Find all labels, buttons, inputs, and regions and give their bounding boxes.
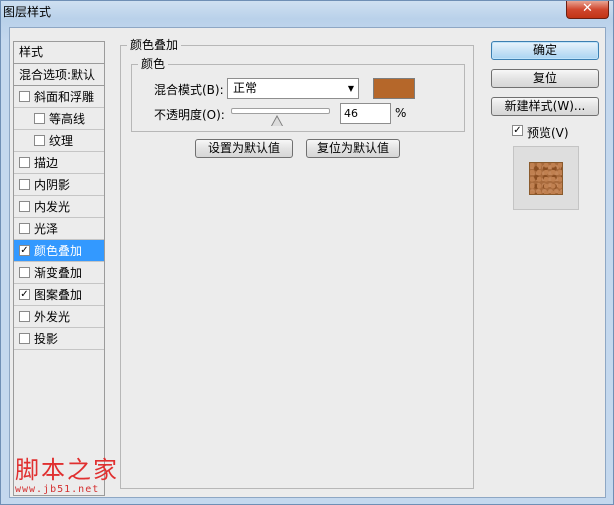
style-item[interactable]: 内阴影 [14, 174, 104, 196]
style-item[interactable]: 投影 [14, 328, 104, 350]
dialog-client-area: 样式 混合选项:默认 斜面和浮雕等高线纹理描边内阴影内发光光泽 ✓ 颜色叠加渐变叠加… [9, 27, 606, 498]
set-default-button[interactable]: 设置为默认值 [195, 139, 293, 158]
style-checkbox[interactable]: ✓ [19, 289, 30, 300]
styles-list: 样式 混合选项:默认 斜面和浮雕等高线纹理描边内阴影内发光光泽 ✓ 颜色叠加渐变叠加… [13, 41, 105, 496]
style-checkbox[interactable] [19, 201, 30, 212]
close-button[interactable]: ✕ [566, 1, 609, 19]
blend-options-item[interactable]: 混合选项:默认 [14, 64, 104, 86]
style-item[interactable]: 渐变叠加 [14, 262, 104, 284]
style-checkbox[interactable] [19, 333, 30, 344]
title-bar[interactable]: 图层样式 ✕ [1, 1, 613, 25]
style-item[interactable]: 外发光 [14, 306, 104, 328]
style-item-label: 斜面和浮雕 [34, 90, 95, 104]
overlay-color-swatch[interactable] [373, 78, 415, 99]
style-checkbox[interactable] [19, 91, 30, 102]
style-checkbox[interactable] [19, 267, 30, 278]
style-item-label: 等高线 [49, 112, 86, 126]
style-item[interactable]: 斜面和浮雕 [14, 86, 104, 108]
watermark: 脚本之家 www.jb51.net [15, 456, 119, 495]
style-item[interactable]: ✓ 图案叠加 [14, 284, 104, 306]
style-item[interactable]: 等高线 [14, 108, 104, 130]
layer-style-dialog: 图层样式 ✕ 样式 混合选项:默认 斜面和浮雕等高线纹理描边内阴影内发光光泽 ✓ 颜… [0, 0, 614, 505]
opacity-input[interactable]: 46 [340, 103, 391, 124]
new-style-button[interactable]: 新建样式(W)... [491, 97, 599, 116]
style-checkbox[interactable] [19, 179, 30, 190]
reset-default-button[interactable]: 复位为默认值 [306, 139, 400, 158]
window-title: 图层样式 [3, 5, 52, 19]
dropdown-arrow-icon: ▼ [347, 84, 354, 93]
style-item-label: 外发光 [34, 310, 71, 324]
style-item[interactable]: ✓ 颜色叠加 [14, 240, 104, 262]
color-subgroup: 颜色 混合模式(B): 正常 ▼ 不透明度(O): 46 % [131, 57, 465, 132]
watermark-url: www.jb51.net [15, 484, 100, 495]
style-checkbox[interactable] [34, 135, 45, 146]
style-item[interactable]: 光泽 [14, 218, 104, 240]
style-item-label: 描边 [34, 156, 59, 170]
color-overlay-group: 颜色叠加 颜色 混合模式(B): 正常 ▼ 不透明度(O): 46 % 设置为默… [120, 38, 474, 489]
styles-list-header[interactable]: 样式 [14, 42, 104, 64]
blend-mode-select[interactable]: 正常 ▼ [227, 78, 359, 99]
color-subgroup-title: 颜色 [138, 57, 169, 71]
style-item[interactable]: 描边 [14, 152, 104, 174]
opacity-slider-thumb-fill [271, 117, 282, 126]
preview-swatch-area [513, 146, 579, 210]
style-item-label: 渐变叠加 [34, 266, 83, 280]
opacity-label: 不透明度(O): [154, 108, 225, 122]
blend-mode-value: 正常 [233, 81, 258, 95]
style-checkbox[interactable] [19, 311, 30, 322]
style-item[interactable]: 内发光 [14, 196, 104, 218]
style-checkbox[interactable]: ✓ [19, 245, 30, 256]
preview-checkbox[interactable]: ✓ [512, 125, 523, 136]
style-item-label: 颜色叠加 [34, 244, 83, 258]
preview-thumbnail [529, 162, 563, 195]
watermark-logo: 脚本之家 [15, 456, 119, 484]
ok-button[interactable]: 确定 [491, 41, 599, 60]
opacity-slider-track[interactable] [231, 108, 330, 114]
preview-label: 预览(V) [527, 126, 569, 140]
style-checkbox[interactable] [19, 157, 30, 168]
style-item-label: 光泽 [34, 222, 59, 236]
reset-button[interactable]: 复位 [491, 69, 599, 88]
style-item-label: 纹理 [49, 134, 74, 148]
style-item-label: 图案叠加 [34, 288, 83, 302]
style-items: 斜面和浮雕等高线纹理描边内阴影内发光光泽 ✓ 颜色叠加渐变叠加 ✓ 图案叠加外发光投影 [14, 86, 104, 350]
style-checkbox[interactable] [19, 223, 30, 234]
opacity-unit: % [395, 106, 407, 120]
style-item[interactable]: 纹理 [14, 130, 104, 152]
style-checkbox[interactable] [34, 113, 45, 124]
color-overlay-title: 颜色叠加 [127, 38, 182, 52]
blend-mode-label: 混合模式(B): [154, 83, 224, 97]
style-item-label: 内发光 [34, 200, 71, 214]
style-item-label: 投影 [34, 332, 59, 346]
style-item-label: 内阴影 [34, 178, 71, 192]
